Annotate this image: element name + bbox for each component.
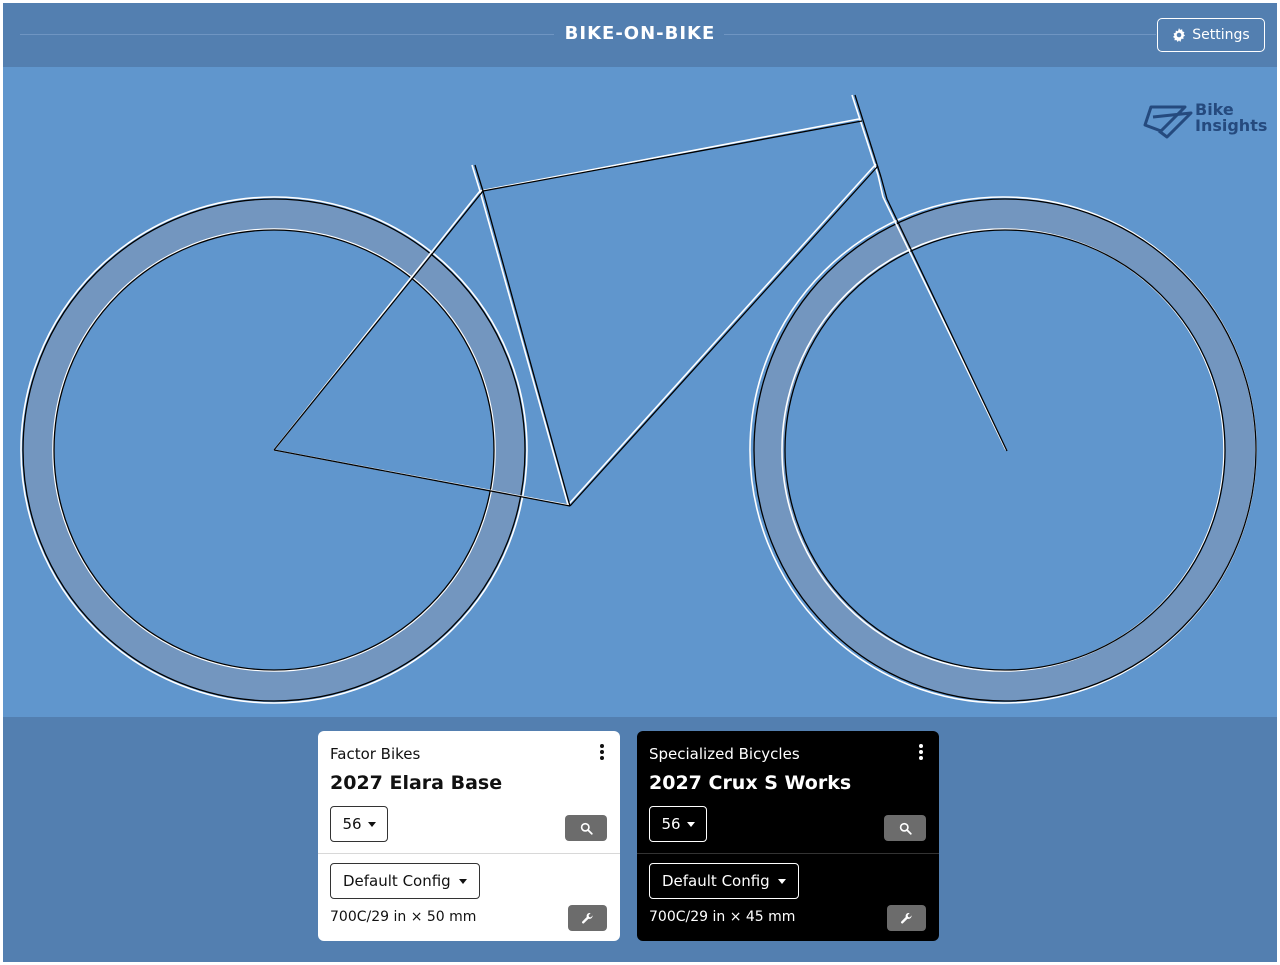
config-value: Default Config bbox=[662, 872, 770, 890]
card-divider bbox=[637, 853, 939, 854]
tire-spec: 700C/29 in × 45 mm bbox=[649, 909, 796, 925]
search-button[interactable] bbox=[884, 815, 926, 841]
config-value: Default Config bbox=[343, 872, 451, 890]
configure-button[interactable] bbox=[568, 905, 607, 931]
bike-card-1: Factor Bikes 2027 Elara Base 56 Default … bbox=[318, 731, 620, 941]
size-value: 56 bbox=[342, 815, 362, 833]
app-header: BIKE-ON-BIKE Settings bbox=[3, 3, 1277, 67]
frame-dark bbox=[273, 94, 1008, 507]
size-value: 56 bbox=[661, 815, 681, 833]
configure-button[interactable] bbox=[887, 905, 926, 931]
size-dropdown[interactable]: 56 bbox=[649, 806, 707, 842]
bike-card-2: Specialized Bicycles 2027 Crux S Works 5… bbox=[637, 731, 939, 941]
wrench-icon bbox=[900, 912, 912, 924]
caret-down-icon bbox=[686, 821, 695, 827]
settings-label: Settings bbox=[1192, 27, 1250, 43]
tire-spec: 700C/29 in × 50 mm bbox=[330, 909, 477, 925]
bike-model: 2027 Elara Base bbox=[330, 772, 503, 794]
app-title: BIKE-ON-BIKE bbox=[564, 23, 716, 44]
logo-line2: Insights bbox=[1195, 116, 1268, 135]
bike-drawing bbox=[20, 94, 1257, 704]
settings-button[interactable]: Settings bbox=[1157, 18, 1265, 52]
config-dropdown[interactable]: Default Config bbox=[649, 863, 799, 899]
search-icon bbox=[580, 822, 593, 835]
bike-brand: Factor Bikes bbox=[330, 745, 421, 763]
frame-light bbox=[273, 94, 1007, 506]
bike-canvas[interactable]: Bike Insights bbox=[3, 67, 1277, 717]
front-wheel-light bbox=[749, 196, 1257, 704]
more-options-icon[interactable] bbox=[596, 743, 608, 763]
gear-icon bbox=[1173, 28, 1186, 42]
search-icon bbox=[899, 822, 912, 835]
logo-text: Bike Insights bbox=[1195, 102, 1267, 134]
bike-model: 2027 Crux S Works bbox=[649, 772, 852, 794]
bike-brand: Specialized Bicycles bbox=[649, 745, 800, 763]
more-options-icon[interactable] bbox=[915, 743, 927, 763]
caret-down-icon bbox=[367, 821, 376, 827]
caret-down-icon bbox=[458, 878, 467, 884]
wrench-icon bbox=[581, 912, 593, 924]
search-button[interactable] bbox=[565, 815, 607, 841]
caret-down-icon bbox=[777, 878, 786, 884]
size-dropdown[interactable]: 56 bbox=[330, 806, 388, 842]
card-divider bbox=[318, 853, 620, 854]
config-dropdown[interactable]: Default Config bbox=[330, 863, 480, 899]
